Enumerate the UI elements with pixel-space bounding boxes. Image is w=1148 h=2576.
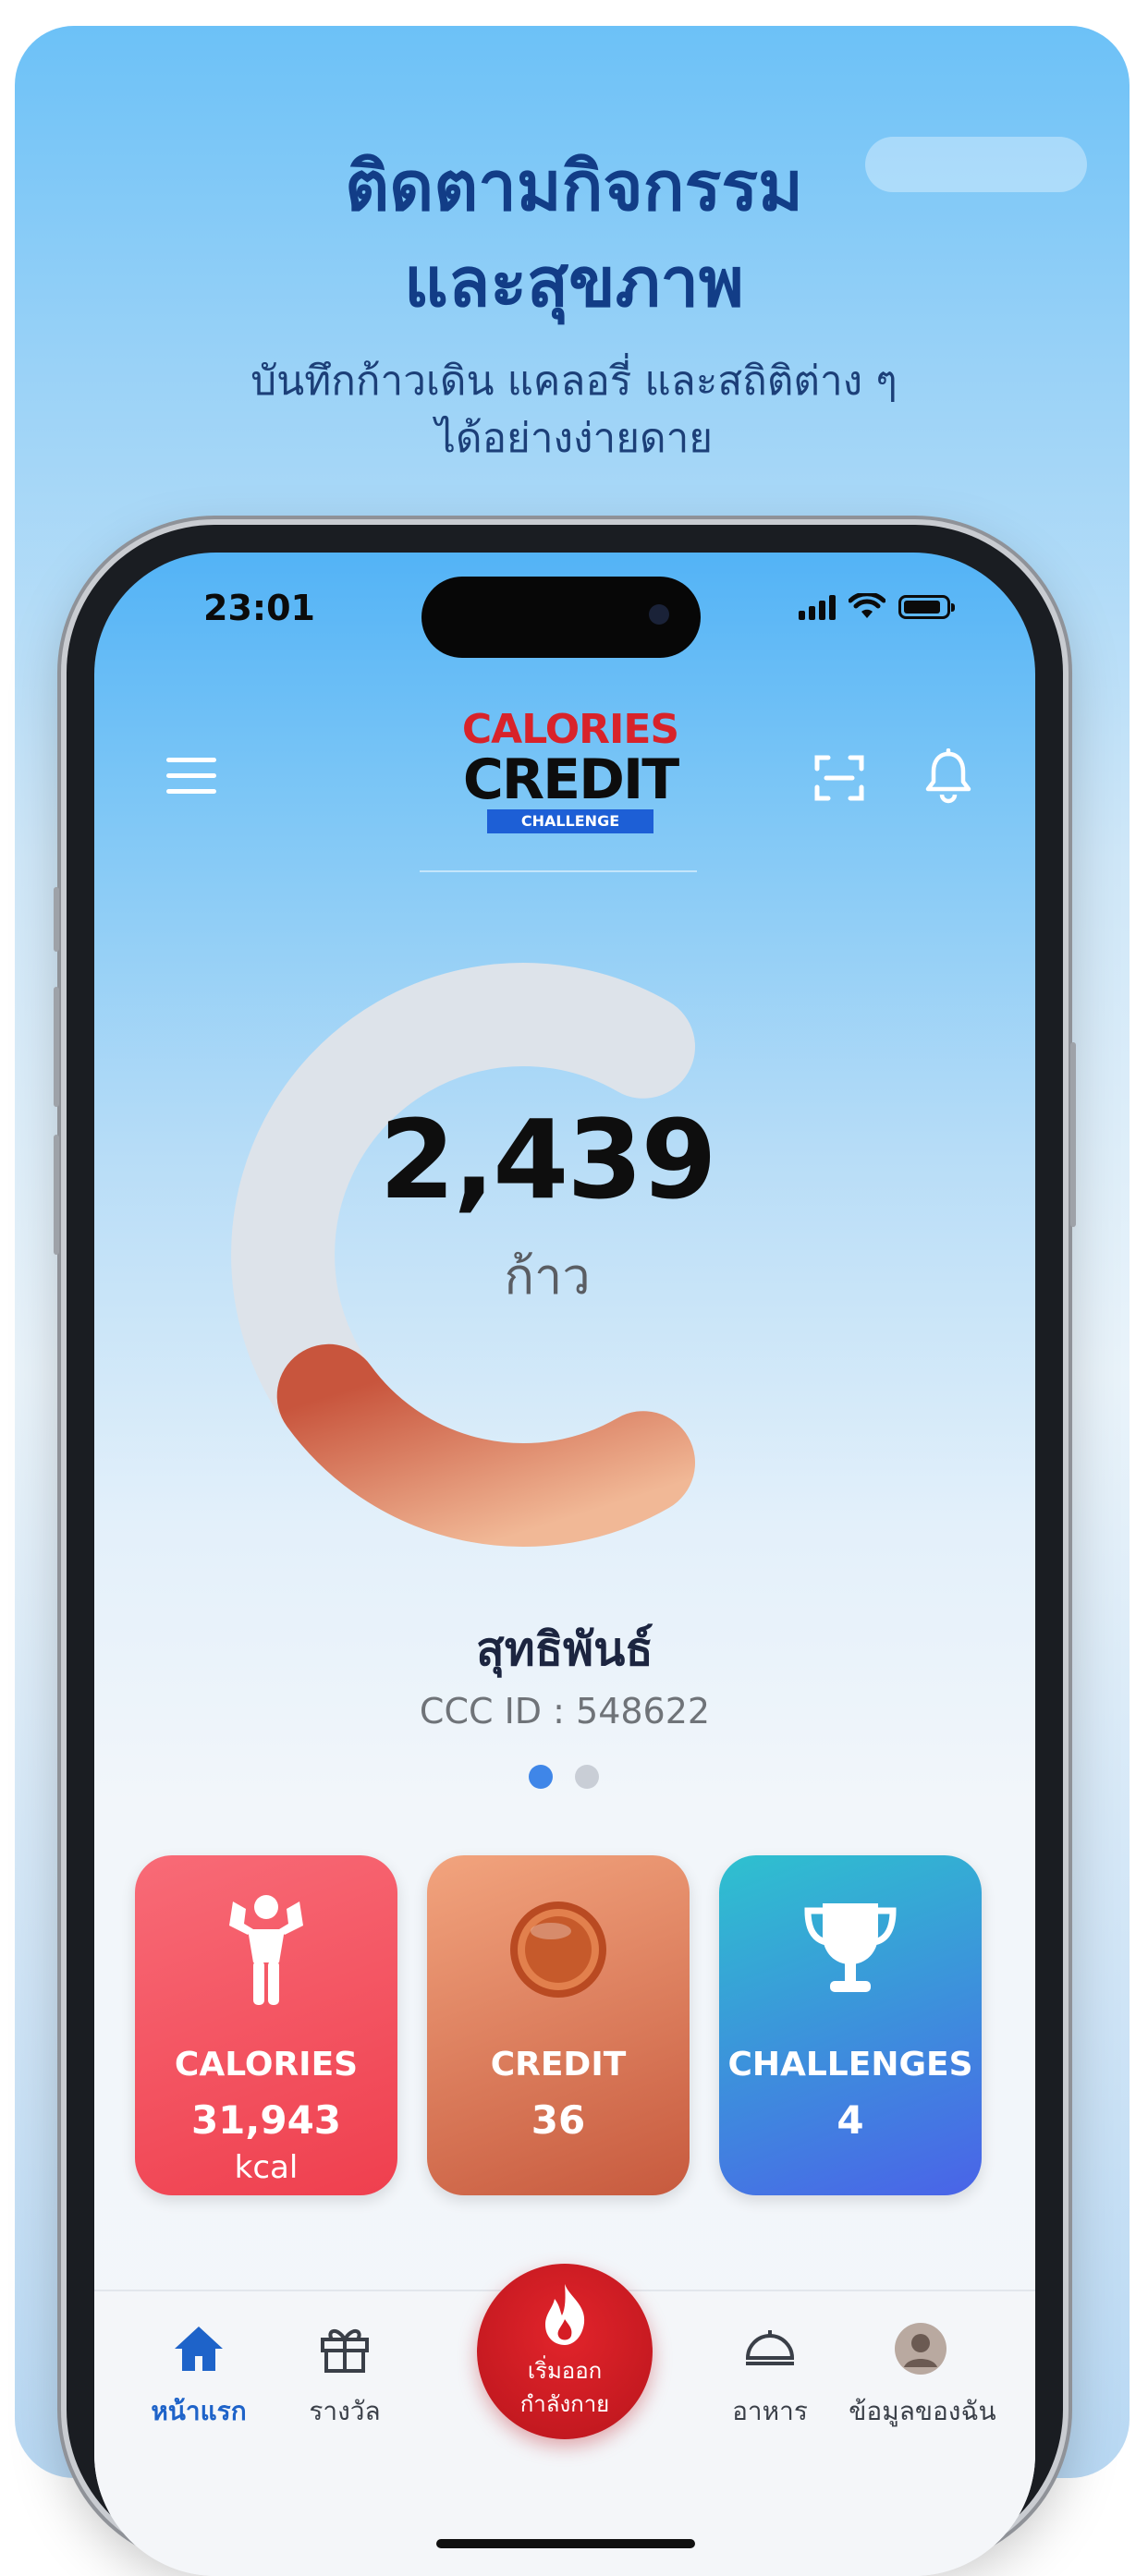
menu-icon[interactable] xyxy=(166,758,216,796)
bell-icon[interactable] xyxy=(922,748,974,804)
stat-tiles: CALORIES 31,943 kcal CREDIT 36 CHALLENGE… xyxy=(135,1855,995,2195)
steps-unit: ก้าว xyxy=(504,1247,591,1306)
phone-volume-down-button xyxy=(54,1135,59,1255)
tile-value: 4 xyxy=(837,2097,864,2143)
dynamic-island xyxy=(421,577,701,658)
trophy-icon xyxy=(804,1903,897,1992)
nav-label: อาหาร xyxy=(732,2396,808,2426)
app-screen: 23:01 CALORIES CREDIT CHALLENGE 2,439 ก้… xyxy=(94,553,1035,2576)
food-icon xyxy=(745,2330,795,2365)
tile-value: 36 xyxy=(531,2097,586,2143)
phone-volume-up-button xyxy=(54,987,59,1107)
user-name: สุทธิพันธ์ xyxy=(476,1622,653,1676)
wifi-icon xyxy=(849,593,885,618)
user-id: CCC ID : 548622 xyxy=(419,1691,711,1732)
page-indicator xyxy=(529,1765,599,1789)
battery-icon xyxy=(898,595,955,619)
tile-label: CHALLENGES xyxy=(727,2046,973,2084)
nav-label: ข้อมูลของฉัน xyxy=(849,2396,996,2426)
app-logo: CALORIES CREDIT CHALLENGE xyxy=(446,708,695,846)
home-indicator xyxy=(436,2539,695,2548)
calories-tile[interactable]: CALORIES 31,943 kcal xyxy=(135,1855,397,2195)
nav-label: รางวัล xyxy=(309,2396,381,2426)
page-dot-2[interactable] xyxy=(575,1765,599,1789)
promo-title: ติดตามกิจกรรม และสุขภาพ xyxy=(0,139,1148,331)
nav-label: หน้าแรก xyxy=(151,2396,247,2426)
home-icon xyxy=(175,2327,223,2371)
status-icons xyxy=(799,593,955,621)
start-exercise-button[interactable]: เริ่มออก กำลังกาย xyxy=(477,2264,653,2439)
scan-icon[interactable] xyxy=(813,752,865,804)
promo-title-line2: และสุขภาพ xyxy=(404,243,744,322)
status-time: 23:01 xyxy=(203,588,315,628)
tile-unit: kcal xyxy=(234,2149,299,2186)
tile-label: CALORIES xyxy=(174,2046,359,2084)
ring-fill xyxy=(276,1343,695,1547)
logo-line3: CHALLENGE xyxy=(487,809,653,833)
avatar-icon xyxy=(895,2323,946,2375)
fab-label-line1: เริ่มออก xyxy=(527,2358,603,2384)
header-divider xyxy=(420,870,697,872)
flame-icon xyxy=(545,2284,585,2345)
promo-title-line1: ติดตามกิจกรรม xyxy=(345,147,803,226)
signal-icon xyxy=(799,594,836,620)
phone-frame: 23:01 CALORIES CREDIT CHALLENGE 2,439 ก้… xyxy=(54,525,1076,2576)
fab-label-line2: กำลังกาย xyxy=(519,2391,610,2417)
phone-power-button xyxy=(1070,1042,1076,1227)
promo-subtitle-line1: บันทึกก้าวเดิน แคลอรี่ และสถิติต่าง ๆ xyxy=(250,358,898,405)
logo-line1: CALORIES xyxy=(461,706,679,753)
page-dot-1[interactable] xyxy=(529,1765,553,1789)
credit-tile[interactable]: CREDIT 36 xyxy=(427,1855,690,2195)
challenges-tile[interactable]: CHALLENGES 4 xyxy=(719,1855,982,2195)
gift-icon xyxy=(321,2329,369,2373)
logo-line2: CREDIT xyxy=(462,747,679,812)
steps-value: 2,439 xyxy=(379,1096,716,1223)
promo-subtitle: บันทึกก้าวเดิน แคลอรี่ และสถิติต่าง ๆ ได… xyxy=(0,353,1148,468)
tile-label: CREDIT xyxy=(490,2046,627,2084)
phone-action-button xyxy=(54,887,59,952)
coin-icon xyxy=(510,1902,606,1998)
flexing-person-icon xyxy=(229,1895,303,2005)
tile-value: 31,943 xyxy=(190,2097,342,2143)
camera-dot xyxy=(649,604,669,625)
promo-subtitle-line2: ได้อย่างง่ายดาย xyxy=(434,415,714,462)
